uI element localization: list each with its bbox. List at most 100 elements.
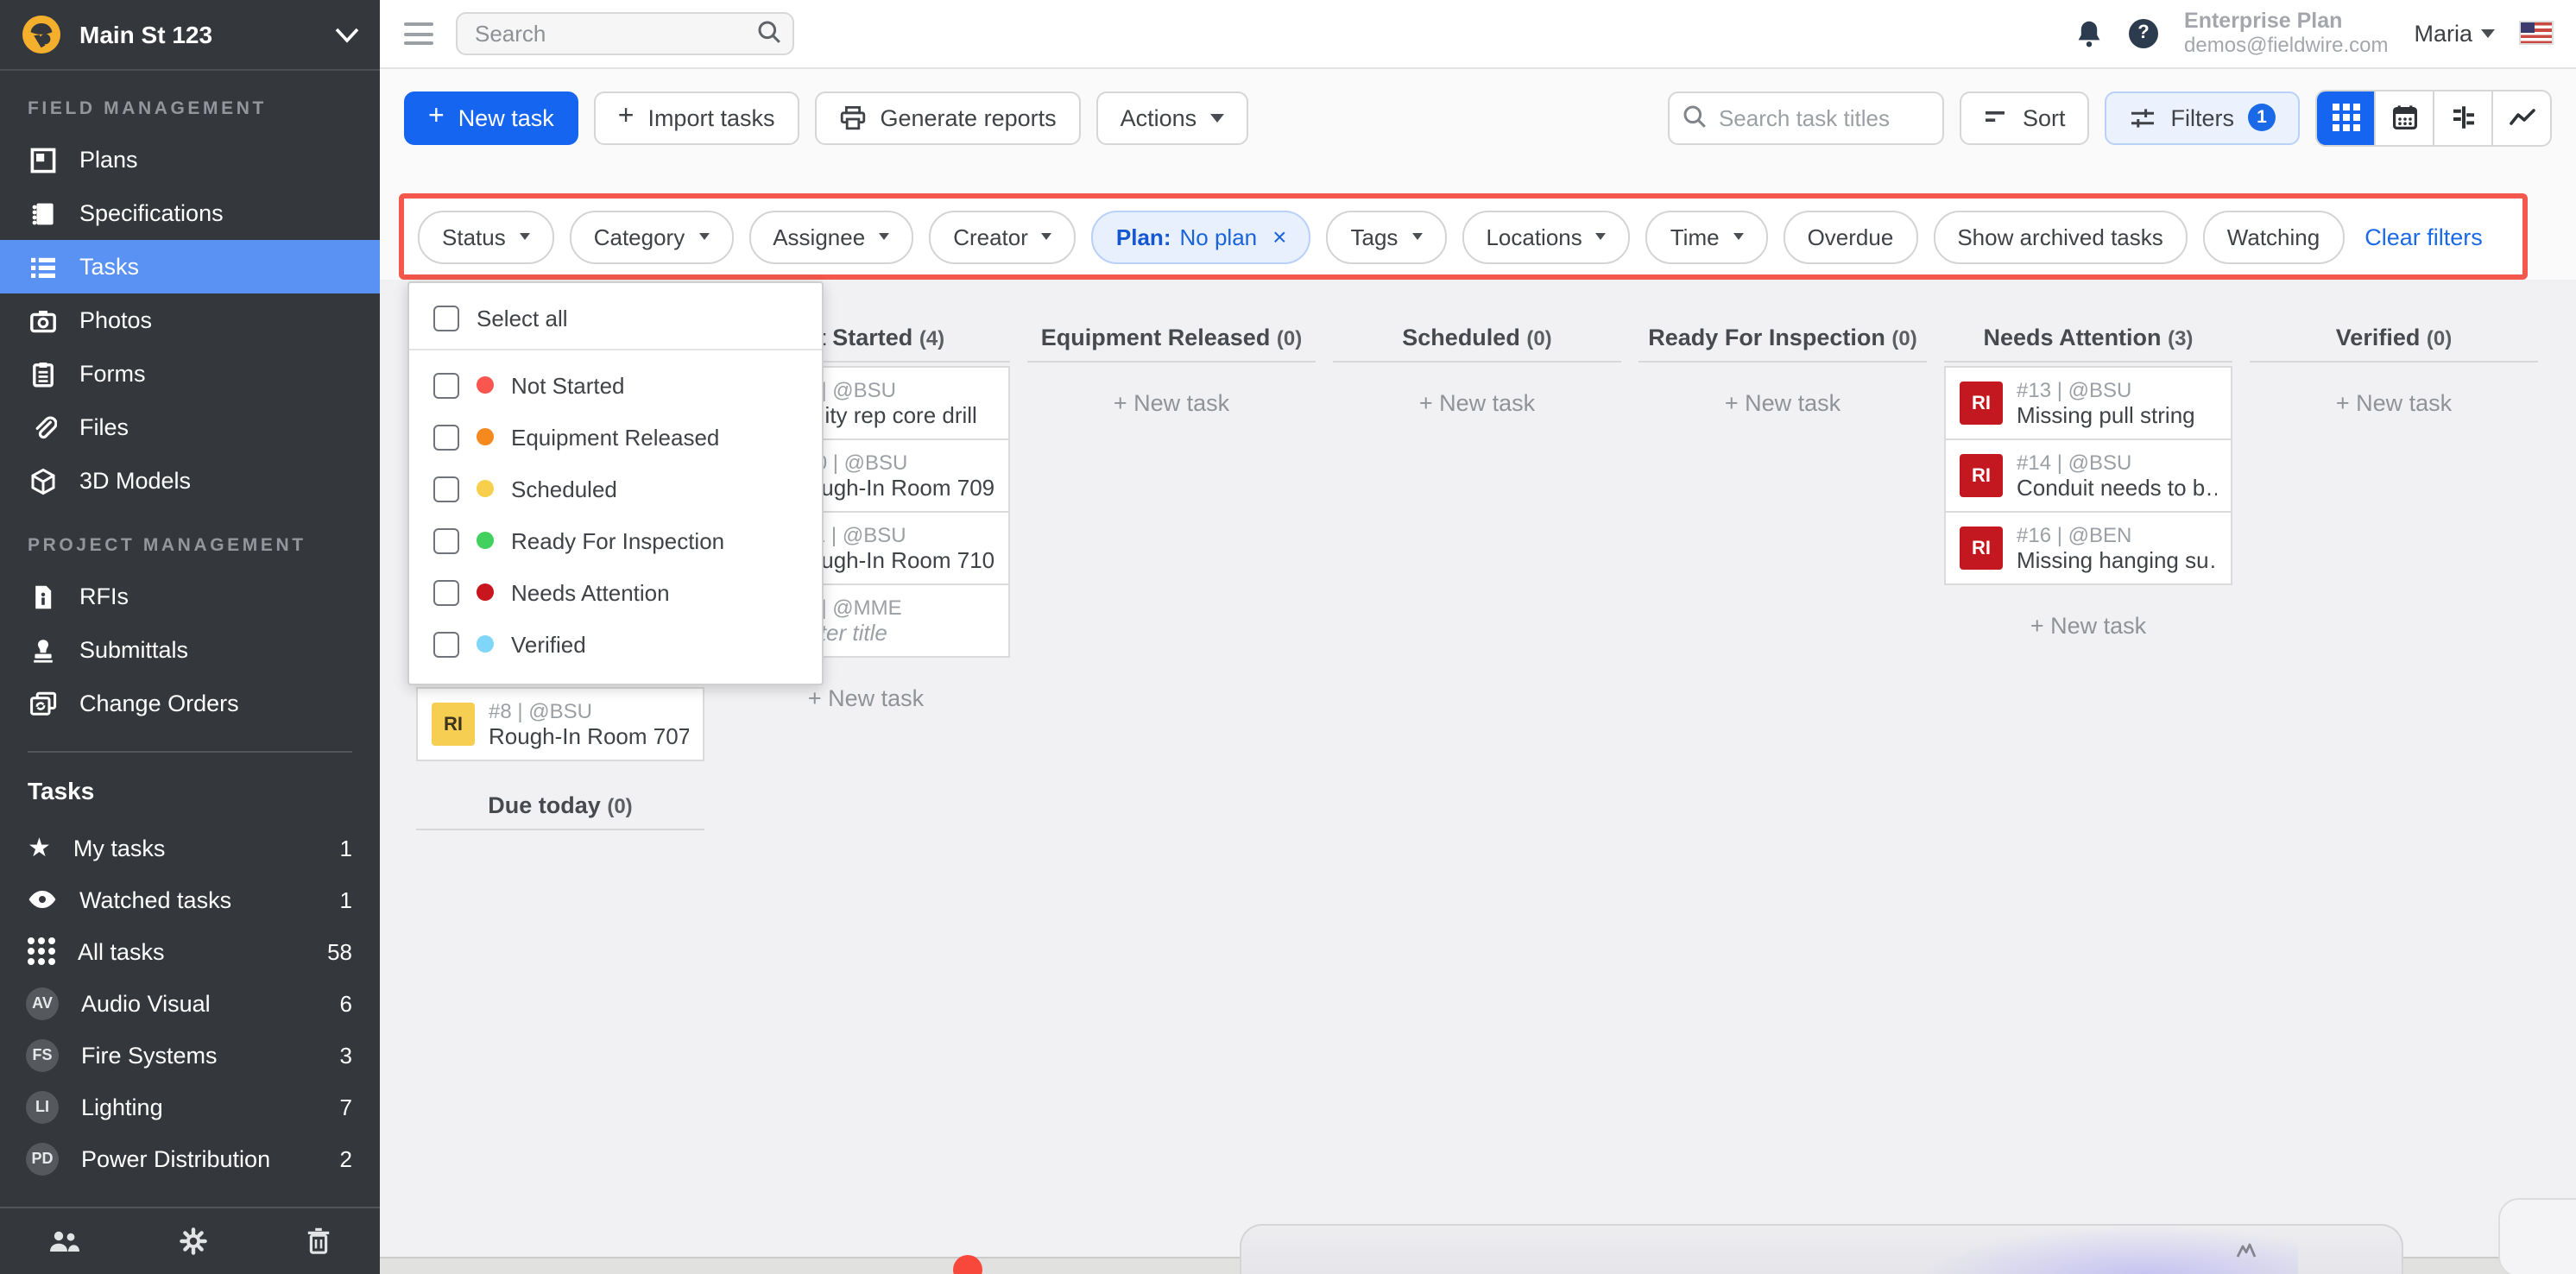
- kanban-view-button[interactable]: [2317, 91, 2374, 144]
- top-bar: ? Enterprise Plan demos@fieldwire.com Ma…: [380, 0, 2576, 69]
- people-icon[interactable]: [48, 1229, 81, 1253]
- task-card[interactable]: RI #16 | @BEN Missing hanging su…: [1944, 511, 2232, 585]
- top-bar-right: ? Enterprise Plan demos@fieldwire.com Ma…: [2075, 9, 2552, 58]
- status-option-needs-attention[interactable]: Needs Attention: [409, 566, 822, 618]
- close-icon[interactable]: ×: [1272, 223, 1286, 250]
- new-task-inline-button[interactable]: + New task: [722, 685, 1010, 711]
- new-task-inline-button[interactable]: + New task: [1944, 613, 2232, 639]
- status-option-equipment-released[interactable]: Equipment Released: [409, 411, 822, 463]
- new-task-inline-button[interactable]: + New task: [1638, 390, 1927, 416]
- new-task-inline-button[interactable]: + New task: [1333, 390, 1621, 416]
- cube-icon: [28, 466, 57, 495]
- new-task-button[interactable]: + New task: [404, 91, 578, 144]
- sidebar-item-change-orders[interactable]: Change Orders: [0, 677, 380, 730]
- chevron-down-icon: [1733, 233, 1744, 240]
- filter-pill-assignee[interactable]: Assignee: [748, 210, 913, 263]
- sidebar-item-audio-visual[interactable]: AV Audio Visual 6: [0, 977, 380, 1029]
- task-card[interactable]: RI #14 | @BSU Conduit needs to b…: [1944, 438, 2232, 513]
- sidebar-item-photos[interactable]: Photos: [0, 293, 380, 347]
- filter-toggle-show-archived[interactable]: Show archived tasks: [1933, 210, 2187, 263]
- status-dot-not-started: [477, 376, 494, 394]
- checkbox[interactable]: [433, 579, 459, 605]
- status-option-not-started[interactable]: Not Started: [409, 359, 822, 411]
- sidebar-item-plans[interactable]: Plans: [0, 133, 380, 186]
- hamburger-menu-icon[interactable]: [404, 22, 433, 45]
- sidebar-item-3d-models[interactable]: 3D Models: [0, 454, 380, 508]
- sidebar-item-rfis[interactable]: RFIs: [0, 570, 380, 623]
- gear-icon[interactable]: [180, 1227, 207, 1255]
- filter-pill-creator[interactable]: Creator: [929, 210, 1076, 263]
- task-count: 1: [340, 835, 352, 861]
- sidebar-item-fire-systems[interactable]: FS Fire Systems 3: [0, 1029, 380, 1081]
- filter-pill-status[interactable]: Status: [418, 210, 554, 263]
- category-badge-ri: RI: [1960, 382, 2003, 425]
- sort-button[interactable]: Sort: [1960, 91, 2090, 144]
- clear-filters-link[interactable]: Clear filters: [2364, 224, 2483, 249]
- tasks-icon: [28, 252, 57, 281]
- status-dot-needs-attention: [477, 583, 494, 601]
- filters-button[interactable]: Filters 1: [2106, 91, 2301, 144]
- sidebar-item-label: Change Orders: [79, 691, 239, 716]
- calendar-icon: [2390, 104, 2418, 131]
- status-option-scheduled[interactable]: Scheduled: [409, 463, 822, 514]
- chevron-down-icon: [698, 233, 709, 240]
- filter-pill-tags[interactable]: Tags: [1327, 210, 1447, 263]
- sidebar-item-all-tasks[interactable]: All tasks 58: [0, 925, 380, 977]
- calendar-view-button[interactable]: [2374, 91, 2433, 144]
- sidebar-item-watched-tasks[interactable]: Watched tasks 1: [0, 874, 380, 925]
- task-card[interactable]: RI #13 | @BSU Missing pull string: [1944, 366, 2232, 440]
- task-count: 7: [340, 1094, 352, 1119]
- checkbox[interactable]: [433, 631, 459, 657]
- filter-pill-locations[interactable]: Locations: [1462, 210, 1630, 263]
- generate-reports-button[interactable]: Generate reports: [815, 91, 1081, 144]
- sidebar-item-lighting[interactable]: LI Lighting 7: [0, 1081, 380, 1132]
- status-option-verified[interactable]: Verified: [409, 618, 822, 670]
- dock-glyph-icon: [2236, 1241, 2257, 1258]
- sidebar-item-specifications[interactable]: Specifications: [0, 186, 380, 240]
- sidebar-item-tasks[interactable]: Tasks: [0, 240, 380, 293]
- status-dot-scheduled: [477, 480, 494, 497]
- new-task-inline-button[interactable]: + New task: [1027, 390, 1316, 416]
- filter-pill-time[interactable]: Time: [1646, 210, 1768, 263]
- sidebar-item-label: All tasks: [78, 938, 165, 964]
- column-verified: Verified (0) + New task: [2250, 325, 2538, 1274]
- status-option-ready-for-inspection[interactable]: Ready For Inspection: [409, 514, 822, 566]
- actions-button[interactable]: Actions: [1096, 91, 1249, 144]
- swimlane-icon: [2449, 104, 2477, 131]
- column-header: Needs Attention (3): [1944, 325, 2232, 363]
- global-search-input[interactable]: [456, 12, 794, 55]
- task-card[interactable]: RI #8 | @BSU Rough-In Room 707: [416, 687, 704, 761]
- checkbox[interactable]: [433, 527, 459, 553]
- sidebar-item-label: My tasks: [73, 835, 166, 861]
- filter-pill-category[interactable]: Category: [570, 210, 734, 263]
- notifications-bell-icon[interactable]: [2075, 19, 2103, 48]
- checkbox[interactable]: [433, 424, 459, 450]
- language-flag-icon[interactable]: [2521, 23, 2552, 44]
- swimlane-view-button[interactable]: [2433, 91, 2491, 144]
- change-orders-icon: [28, 689, 57, 718]
- checkbox[interactable]: [433, 305, 459, 331]
- sidebar-item-submittals[interactable]: Submittals: [0, 623, 380, 677]
- filter-toggle-overdue[interactable]: Overdue: [1784, 210, 1918, 263]
- new-task-inline-button[interactable]: + New task: [2250, 390, 2538, 416]
- sidebar-item-files[interactable]: Files: [0, 400, 380, 454]
- help-icon[interactable]: ?: [2129, 19, 2158, 48]
- sidebar-item-forms[interactable]: Forms: [0, 347, 380, 400]
- task-count: 6: [340, 990, 352, 1016]
- user-menu[interactable]: Maria: [2414, 21, 2495, 47]
- task-meta: #8 | @BSU: [489, 699, 689, 723]
- checkbox[interactable]: [433, 372, 459, 398]
- sidebar-item-label: Photos: [79, 307, 152, 333]
- project-switcher[interactable]: Main St 123: [0, 0, 380, 71]
- trash-icon[interactable]: [306, 1227, 331, 1255]
- active-filter-chip-plan[interactable]: Plan: No plan ×: [1092, 210, 1311, 263]
- select-all-option[interactable]: Select all: [409, 292, 822, 344]
- task-title-search-input[interactable]: [1669, 91, 1945, 144]
- stamp-icon: [28, 635, 57, 665]
- filter-toggle-watching[interactable]: Watching: [2203, 210, 2344, 263]
- chart-view-button[interactable]: [2491, 91, 2550, 144]
- import-tasks-button[interactable]: + Import tasks: [594, 91, 799, 144]
- sidebar-item-power-distribution[interactable]: PD Power Distribution 2: [0, 1132, 380, 1184]
- checkbox[interactable]: [433, 476, 459, 501]
- sidebar-item-my-tasks[interactable]: ★ My tasks 1: [0, 822, 380, 874]
